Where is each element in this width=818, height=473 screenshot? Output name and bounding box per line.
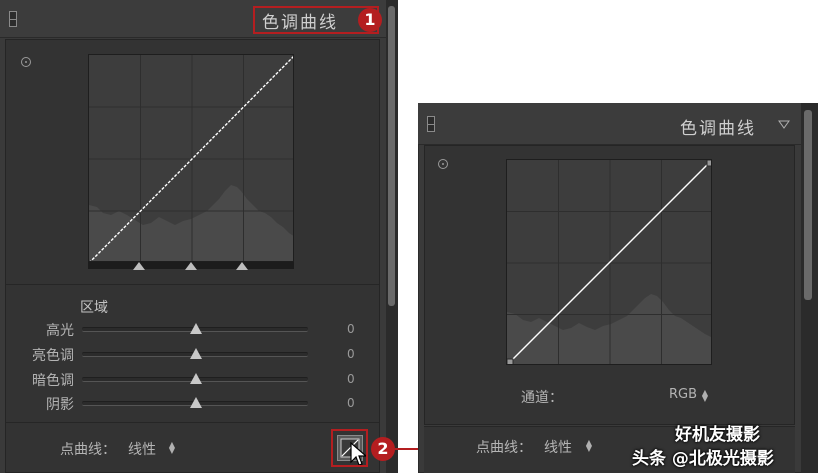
tone-curve-svg — [89, 55, 293, 261]
slider-value-darks[interactable]: 0 — [347, 372, 355, 386]
slider-label-darks: 暗色调 — [32, 373, 74, 389]
channel-label: 通道： — [521, 390, 563, 406]
point-curve-select[interactable]: 线性 — [544, 437, 572, 457]
split-handle-icon[interactable] — [133, 262, 145, 270]
curve-point[interactable] — [706, 160, 712, 167]
section-divider — [6, 422, 379, 423]
point-curve-label: 点曲线： — [476, 440, 532, 456]
point-curve-label: 点曲线： — [60, 442, 116, 458]
panel-header[interactable]: 色调曲线 — [418, 103, 801, 145]
watermark-line-2: 头条 @北极光摄影 — [632, 449, 774, 469]
point-curve-select[interactable]: 线性 — [128, 439, 156, 459]
split-handle-icon[interactable] — [236, 262, 248, 270]
panel-grip-icon[interactable] — [9, 11, 17, 27]
split-handle-icon[interactable] — [185, 262, 197, 270]
tone-curve-graph[interactable] — [88, 54, 294, 262]
slider-thumb-highlights[interactable] — [190, 323, 202, 334]
watermark-line-1: 好机友摄影 — [675, 425, 760, 445]
updown-arrows-icon[interactable]: ▲ ▼ — [701, 389, 709, 403]
channel-select[interactable]: RGB — [669, 387, 697, 402]
slider-label-shadows: 阴影 — [46, 397, 74, 413]
slider-thumb-darks[interactable] — [190, 373, 202, 384]
updown-arrows-icon[interactable]: ▲ ▼ — [585, 439, 593, 453]
slider-label-lights: 亮色调 — [32, 348, 74, 364]
callout-badge-2: 2 — [371, 437, 395, 461]
panel-grip-icon[interactable] — [427, 116, 435, 132]
slider-value-lights[interactable]: 0 — [347, 347, 355, 361]
target-adjust-icon[interactable] — [438, 159, 448, 169]
tone-curve-graph[interactable] — [506, 159, 712, 365]
section-divider — [6, 284, 379, 285]
target-adjust-icon[interactable] — [21, 57, 31, 67]
panel-title: 色调曲线 — [680, 119, 756, 139]
callout-badge-1: 1 — [358, 8, 382, 32]
slider-value-highlights[interactable]: 0 — [347, 322, 355, 336]
scrollbar-thumb[interactable] — [804, 110, 812, 300]
collapse-triangle-icon[interactable] — [778, 120, 790, 130]
slider-thumb-lights[interactable] — [190, 348, 202, 359]
curve-point[interactable] — [507, 358, 514, 365]
slider-thumb-shadows[interactable] — [190, 397, 202, 408]
tone-curve-svg — [507, 160, 712, 365]
region-heading: 区域 — [80, 300, 108, 316]
updown-arrows-icon[interactable]: ▲ ▼ — [168, 441, 176, 455]
scrollbar-thumb[interactable] — [388, 6, 395, 306]
callout-box-edit — [331, 429, 368, 467]
slider-label-highlights: 高光 — [46, 323, 74, 339]
slider-value-shadows[interactable]: 0 — [347, 396, 355, 410]
